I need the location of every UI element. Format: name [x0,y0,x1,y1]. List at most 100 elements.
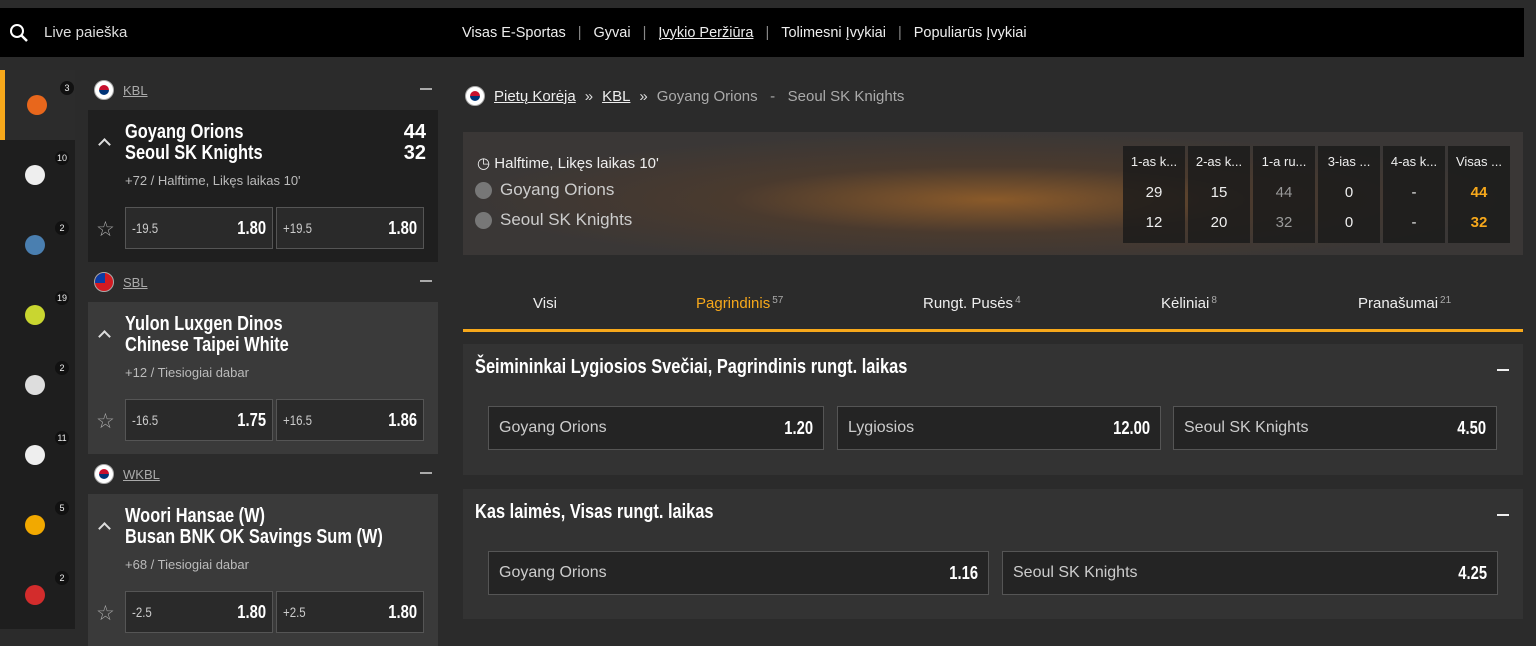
sport-item[interactable]: 2 [0,210,75,280]
team-logo-icon [475,181,492,199]
sport-item[interactable]: 19 [0,280,75,350]
chevron-up-icon[interactable] [98,522,111,535]
league-link[interactable]: KBL [123,83,148,98]
period-score-home: - [1411,184,1417,201]
market-tabs: Visi Pagrindinis 57 Rungt. Pusės 4 Kėliniai 8 P… [463,280,1523,332]
collapse-icon[interactable] [420,472,432,474]
handicap-odd-home[interactable]: -19.5 1.80 [125,207,273,249]
team-away: Busan BNK OK Savings Sum (W) [125,526,383,548]
period-score-home: 44 [1470,184,1488,201]
top-navigation: Visas E-Sportas | Gyvai | Įvykio Peržiūra |… [462,8,1027,57]
league-header: KBL [88,70,438,110]
score-columns: 1-as k... 29 12 2-as k... 15 20 1-a ru... … [1123,146,1513,243]
period-score-away: 12 [1145,214,1163,231]
event-meta: +68 / Tiesiogiai dabar [125,557,249,572]
event-card[interactable]: Woori Hansae (W) Busan BNK OK Savings Su… [88,494,438,646]
clock-icon: ◷ [477,155,495,172]
handicap-odd-home[interactable]: -2.5 1.80 [125,591,273,633]
breadcrumb-separator: » [639,87,648,105]
tab-k-liniai[interactable]: Kėliniai 8 [1161,295,1217,312]
breadcrumb: Pietų Korėja » KBL » Goyang Orions - Seo… [465,86,904,106]
sport-item[interactable]: 3 [0,70,75,140]
selection-draw[interactable]: Lygiosios 12.00 [837,406,1161,450]
sport-count-badge: 11 [55,431,69,445]
team-away: Chinese Taipei White [125,334,289,356]
sport-item[interactable]: 10 [0,140,75,210]
score-period-column: 2-as k... 15 20 [1188,146,1250,243]
favorite-star-icon[interactable]: ☆ [96,409,115,434]
sport-count-badge: 10 [55,151,70,165]
period-header: 1-a ru... [1261,154,1307,169]
sport-item[interactable]: 11 [0,420,75,490]
korea-flag-icon [465,86,485,106]
favorite-star-icon[interactable]: ☆ [96,217,115,242]
league-header: WKBL [88,454,438,494]
score-period-column: 1-as k... 29 12 [1123,146,1185,243]
chevron-up-icon[interactable] [98,330,111,343]
nav-upcoming-events[interactable]: Tolimesni Įvykiai [781,25,886,41]
match-clock: ◷ Halftime, Likęs laikas 10' [477,155,659,172]
search-input[interactable]: Live paieška [44,24,127,41]
favorite-star-icon[interactable]: ☆ [96,601,115,626]
sport-item[interactable]: 2 [0,350,75,420]
sport-count-badge: 2 [55,571,69,585]
scoreboard-team-home: Goyang Orions [475,180,614,200]
team-home: Yulon Luxgen Dinos [125,313,283,335]
sport-item[interactable]: 2 [0,560,75,630]
nav-separator: | [577,24,582,41]
nav-popular-events[interactable]: Populiarūs Įvykiai [914,25,1027,41]
league-header: SBL [88,262,438,302]
tab-count: 21 [1440,295,1452,306]
breadcrumb-league[interactable]: KBL [602,88,630,105]
tab-visi[interactable]: Visi [533,295,557,312]
tab-prana-umai[interactable]: Pranašumai 21 [1358,295,1451,312]
sports-sidebar: 3 10 2 19 2 11 5 2 [0,70,75,629]
score-period-column: Visas ... 44 32 [1448,146,1510,243]
top-bar: Live paieška Visas E-Sportas | Gyvai | Įvy… [0,8,1524,57]
breadcrumb-country[interactable]: Pietų Korėja [494,88,576,105]
team-away: Seoul SK Knights [125,142,263,164]
event-card[interactable]: Goyang Orions Seoul SK Knights 44 32 +72… [88,110,438,262]
nav-event-view[interactable]: Įvykio Peržiūra [658,25,753,41]
collapse-icon[interactable] [1497,514,1509,516]
tennis-ball-icon [24,305,45,325]
league-link[interactable]: SBL [123,275,148,290]
counter-strike-icon [24,515,45,535]
tab-rungt-pus-s[interactable]: Rungt. Pusės 4 [923,295,1021,312]
country-flag-icon [94,80,114,100]
tab-pagrindinis[interactable]: Pagrindinis 57 [696,295,783,312]
collapse-icon[interactable] [1497,369,1509,371]
period-header: 1-as k... [1130,154,1178,169]
event-list: KBL Goyang Orions Seoul SK Knights 44 32… [88,70,438,646]
country-flag-icon [94,464,114,484]
chevron-up-icon[interactable] [98,138,111,151]
score-period-column: 3-ias ... 0 0 [1318,146,1380,243]
search-icon[interactable] [9,23,29,43]
handicap-odd-away[interactable]: +16.5 1.86 [276,399,424,441]
selection-away[interactable]: Seoul SK Knights 4.25 [1002,551,1498,595]
period-score-home: 15 [1210,184,1228,201]
period-score-away: 20 [1210,214,1228,231]
handicap-odd-away[interactable]: +19.5 1.80 [276,207,424,249]
sport-item[interactable]: 5 [0,490,75,560]
nav-live[interactable]: Gyvai [593,25,630,41]
sport-count-badge: 3 [60,81,74,95]
league-link[interactable]: WKBL [123,467,160,482]
event-teams: Woori Hansae (W) Busan BNK OK Savings Su… [125,506,439,548]
hockey-icon [24,235,45,255]
live-search[interactable]: Live paieška [0,8,440,57]
nav-separator: | [897,24,902,41]
handicap-odd-home[interactable]: -16.5 1.75 [125,399,273,441]
market-title: Šeimininkai Lygiosios Svečiai, Pagrindin… [475,356,908,378]
handicap-odd-away[interactable]: +2.5 1.80 [276,591,424,633]
nav-all-esports[interactable]: Visas E-Sportas [462,25,566,41]
nav-separator: | [642,24,647,41]
event-card[interactable]: Yulon Luxgen Dinos Chinese Taipei White … [88,302,438,454]
selection-home[interactable]: Goyang Orions 1.20 [488,406,824,450]
selection-home[interactable]: Goyang Orions 1.16 [488,551,989,595]
selection-away[interactable]: Seoul SK Knights 4.50 [1173,406,1497,450]
collapse-icon[interactable] [420,88,432,90]
market-title: Kas laimės, Visas rungt. laikas [475,501,714,523]
nav-separator: | [765,24,770,41]
collapse-icon[interactable] [420,280,432,282]
